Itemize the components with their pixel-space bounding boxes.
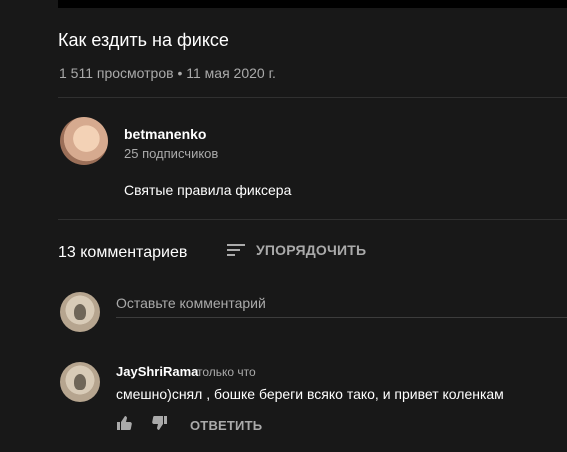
thumbs-down-icon: [152, 415, 168, 436]
comments-count: 13 комментариев: [58, 244, 188, 261]
video-description: Святые правила фиксера: [124, 182, 292, 198]
channel-name[interactable]: betmanenko: [124, 126, 206, 142]
comment-input[interactable]: [116, 292, 567, 314]
video-player-bottom: [58, 0, 567, 8]
comment-author[interactable]: JayShriRama: [116, 364, 198, 379]
comment-text: смешно)снял , бошке береги всяко тако, и…: [116, 386, 504, 402]
sort-button[interactable]: УПОРЯДОЧИТЬ: [226, 242, 366, 258]
video-title: Как ездить на фиксе: [58, 30, 229, 50]
comment-input-wrap[interactable]: [116, 292, 567, 314]
sort-label: УПОРЯДОЧИТЬ: [256, 242, 367, 258]
subscriber-count: 25 подписчиков: [124, 146, 219, 161]
reply-button[interactable]: ОТВЕТИТЬ: [190, 418, 262, 433]
like-button[interactable]: [116, 415, 132, 436]
comment-actions: ОТВЕТИТЬ: [116, 415, 262, 436]
divider: [58, 219, 567, 220]
current-user-avatar: [60, 292, 100, 332]
video-meta: 1 511 просмотров • 11 мая 2020 г.: [59, 65, 276, 81]
dislike-button[interactable]: [152, 415, 168, 436]
comment-author-avatar[interactable]: [60, 362, 100, 402]
divider: [58, 97, 567, 98]
comment-time[interactable]: только что: [197, 365, 256, 379]
sort-icon: [226, 242, 246, 258]
comment-input-underline: [116, 317, 567, 318]
channel-avatar[interactable]: [60, 117, 108, 165]
thumbs-up-icon: [116, 415, 132, 436]
